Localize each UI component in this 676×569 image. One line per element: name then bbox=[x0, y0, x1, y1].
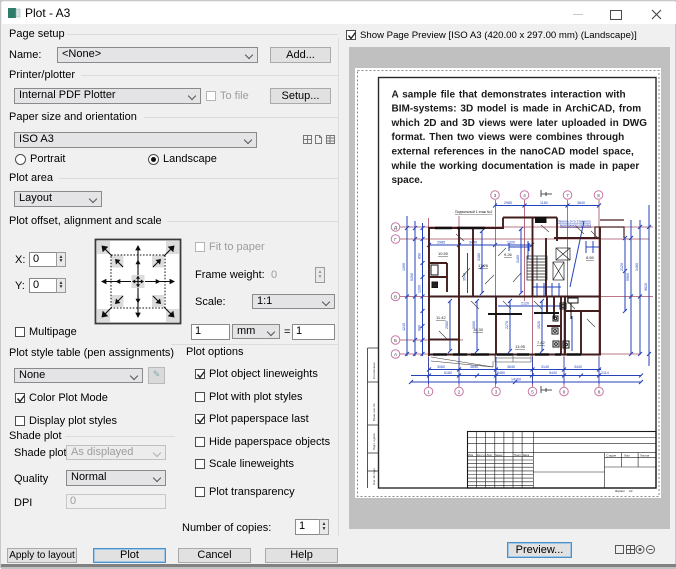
svg-text:Дата: Дата bbox=[523, 453, 530, 457]
svg-text:Подвальный 1 этаж №2: Подвальный 1 этаж №2 bbox=[455, 210, 492, 214]
svg-text:3640: 3640 bbox=[507, 365, 515, 369]
svg-text:while the working documentatio: while the working documentation is made … bbox=[391, 161, 640, 172]
svg-text:Б: Б bbox=[394, 338, 397, 343]
svg-text:2120: 2120 bbox=[521, 302, 529, 306]
svg-text:1390: 1390 bbox=[402, 263, 406, 271]
svg-text:Подп. и дата: Подп. и дата bbox=[372, 433, 376, 450]
svg-text:3060: 3060 bbox=[437, 365, 445, 369]
svg-text:11.42: 11.42 bbox=[436, 315, 446, 320]
svg-text:5440: 5440 bbox=[549, 371, 557, 375]
svg-text:17.26: 17.26 bbox=[478, 263, 489, 268]
svg-text:Лист: Лист bbox=[624, 453, 631, 457]
svg-text:1520: 1520 bbox=[537, 321, 541, 329]
svg-text:1: 1 bbox=[427, 389, 430, 394]
svg-text:7: 7 bbox=[566, 193, 569, 198]
svg-text:монтажного проема: монтажного проема bbox=[560, 224, 591, 228]
svg-text:1320: 1320 bbox=[507, 241, 515, 245]
svg-text:13.95: 13.95 bbox=[515, 344, 526, 349]
svg-text:Стадия: Стадия bbox=[607, 453, 617, 457]
svg-text:5: 5 bbox=[531, 389, 534, 394]
svg-text:1200: 1200 bbox=[418, 285, 422, 293]
svg-text:3480: 3480 bbox=[635, 263, 639, 271]
svg-text:9.26: 9.26 bbox=[504, 252, 513, 257]
svg-text:В: В bbox=[394, 294, 397, 299]
svg-text:3: 3 bbox=[494, 193, 497, 198]
svg-text:4: 4 bbox=[523, 193, 526, 198]
svg-text:2114: 2114 bbox=[601, 371, 609, 375]
svg-text:3140: 3140 bbox=[541, 365, 549, 369]
svg-text:2580: 2580 bbox=[445, 321, 449, 329]
svg-text:Кол.уч: Кол.уч bbox=[477, 453, 486, 457]
svg-text:Согласовано: Согласовано bbox=[372, 362, 376, 379]
svg-text:Формат: Формат bbox=[615, 489, 626, 493]
svg-text:5480: 5480 bbox=[497, 371, 505, 375]
svg-text:3440: 3440 bbox=[574, 365, 582, 369]
svg-text:6: 6 bbox=[563, 389, 566, 394]
svg-text:1180: 1180 bbox=[540, 201, 548, 205]
svg-text:2270: 2270 bbox=[505, 321, 509, 329]
svg-text:3180: 3180 bbox=[477, 253, 481, 261]
svg-text:which 2D and 3D views were lat: which 2D and 3D views were later uploade… bbox=[391, 118, 648, 129]
svg-text:№док: №док bbox=[495, 453, 503, 457]
svg-text:3840: 3840 bbox=[577, 201, 585, 205]
svg-text:А3: А3 bbox=[629, 489, 633, 493]
svg-text:5960: 5960 bbox=[626, 273, 630, 281]
svg-text:8.69: 8.69 bbox=[586, 255, 595, 260]
svg-text:2: 2 bbox=[458, 389, 461, 394]
svg-text:Лист: Лист bbox=[487, 453, 494, 457]
svg-text:Подп.: Подп. bbox=[514, 453, 522, 457]
svg-text:10.50: 10.50 bbox=[438, 251, 449, 256]
svg-text:4240: 4240 bbox=[402, 323, 406, 331]
svg-text:Листов: Листов bbox=[640, 453, 650, 457]
svg-text:18.30: 18.30 bbox=[473, 327, 484, 332]
svg-text:2985: 2985 bbox=[437, 241, 445, 245]
svg-text:Инв. № подл.: Инв. № подл. bbox=[372, 467, 376, 485]
svg-text:3180: 3180 bbox=[516, 255, 520, 263]
svg-text:A sample file that demonstrate: A sample file that demonstrates interact… bbox=[392, 89, 626, 100]
svg-text:980: 980 bbox=[418, 325, 422, 331]
svg-text:Взам. инв. №: Взам. инв. № bbox=[372, 404, 376, 421]
svg-text:5260: 5260 bbox=[410, 273, 414, 281]
svg-text:external references in the nan: external references in the nanoCAD model… bbox=[392, 147, 634, 158]
svg-text:14160: 14160 bbox=[511, 378, 521, 382]
svg-text:9620: 9620 bbox=[644, 283, 648, 291]
svg-text:890: 890 bbox=[418, 253, 422, 259]
svg-text:space.: space. bbox=[392, 175, 423, 186]
svg-text:7.82: 7.82 bbox=[537, 340, 546, 345]
svg-text:format. Then two views were co: format. Then two views were combines thr… bbox=[392, 132, 625, 143]
svg-text:Изм: Изм bbox=[468, 453, 473, 457]
svg-text:6180: 6180 bbox=[444, 371, 452, 375]
svg-text:2120: 2120 bbox=[620, 263, 624, 271]
svg-text:3: 3 bbox=[495, 389, 498, 394]
svg-text:BIM-systems: 3D model is made: BIM-systems: 3D model is made in ArchiCA… bbox=[392, 104, 642, 115]
svg-text:8: 8 bbox=[598, 389, 601, 394]
svg-text:8: 8 bbox=[597, 193, 600, 198]
svg-text:2985: 2985 bbox=[504, 201, 512, 205]
